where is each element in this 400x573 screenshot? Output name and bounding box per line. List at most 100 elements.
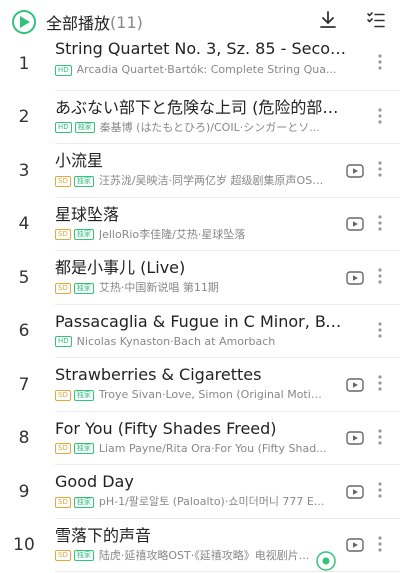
song-row[interactable]: 3 小流星 SD 独家 汪苏泷/吴映洁·同学两亿岁 超级剧集原声OST·《... (0, 144, 400, 198)
song-meta: SD 独家 汪苏泷/吴映洁·同学两亿岁 超级剧集原声OST·《... (55, 174, 328, 188)
mv-button[interactable] (344, 375, 366, 397)
sd-quality-badge: SD (55, 175, 71, 187)
song-title: 都是小事儿 (Live) (55, 258, 186, 277)
mv-icon (346, 163, 364, 182)
mv-button[interactable] (344, 161, 366, 183)
song-number: 8 (18, 428, 30, 449)
more-vertical-icon (378, 54, 382, 74)
recognize-icon (316, 551, 336, 573)
sd-quality-badge: SD (55, 496, 71, 508)
song-row[interactable]: 2 あぶない部下と危険な上司 (危险的部下... HD 独家 秦基博 (はたもとひろ)/… (0, 91, 400, 144)
song-number: 9 (18, 481, 30, 502)
play-icon (12, 10, 36, 34)
artist-album-text: Arcadia Quartet·Bartók: Complete String … (76, 63, 337, 76)
more-options-button[interactable] (372, 261, 388, 295)
song-meta: HD Nicolas Kynaston·Bach at Amorbach (55, 335, 350, 349)
song-number: 3 (18, 160, 30, 181)
artist-album-text: 秦基博 (はたもとひろ)/COIL·シンガーとソ... (99, 120, 320, 134)
song-meta: SD 独家 艾热·中国新说唱 第11期 (55, 281, 328, 295)
song-meta: SD 独家 陆虎·延禧攻略OST·《延禧攻略》电视剧片... (55, 549, 328, 563)
exclusive-badge: 独家 (73, 389, 94, 401)
song-number: 2 (18, 107, 30, 128)
download-icon (318, 10, 338, 34)
hd-quality-badge: HD (55, 64, 72, 76)
song-list: 1 String Quartet No. 3, Sz. 85 - Seconda … (0, 37, 400, 572)
song-row[interactable]: 1 String Quartet No. 3, Sz. 85 - Seconda … (0, 37, 400, 91)
song-meta: SD 独家 Liam Payne/Rita Ora·For You (Fifty S… (55, 442, 328, 456)
more-options-button[interactable] (372, 47, 388, 81)
artist-album-text: Troye Sivan·Love, Simon (Original Motion… (98, 388, 328, 401)
song-meta: HD 独家 秦基博 (はたもとひろ)/COIL·シンガーとソ... (55, 121, 350, 135)
song-number: 10 (13, 535, 35, 556)
more-options-button[interactable] (372, 208, 388, 242)
song-title: 小流星 (55, 151, 104, 170)
more-vertical-icon (378, 535, 382, 556)
song-row[interactable]: 7 Strawberries & Cigarettes SD 独家 Troye Siva… (0, 358, 400, 412)
exclusive-badge: 独家 (73, 229, 94, 240)
more-vertical-icon (378, 482, 382, 502)
more-options-button[interactable] (372, 475, 388, 509)
mv-icon (346, 377, 364, 396)
mv-button[interactable] (344, 536, 366, 558)
song-title: 雪落下的声音 (55, 525, 152, 545)
song-title: Strawberries & Cigarettes (55, 365, 262, 384)
artist-album-text: 汪苏泷/吴映洁·同学两亿岁 超级剧集原声OST·《... (98, 174, 328, 187)
more-vertical-icon (378, 107, 382, 128)
artist-album-text: 艾热·中国新说唱 第11期 (98, 281, 219, 294)
song-meta: HD Arcadia Quartet·Bartók: Complete Strin… (55, 63, 350, 77)
artist-album-text: pH-1/팔로알토 (Paloalto)·쇼미더머니 777 E... (98, 495, 325, 508)
more-options-button[interactable] (372, 368, 388, 402)
hd-quality-badge: HD (55, 336, 72, 347)
mv-icon (346, 216, 364, 235)
mv-button[interactable] (344, 215, 366, 237)
song-row[interactable]: 4 星球坠落 SD 独家 JelloRio李佳隆/艾热·星球坠落 (0, 198, 400, 251)
song-meta: SD 独家 JelloRio李佳隆/艾热·星球坠落 (55, 228, 328, 242)
sd-quality-badge: SD (55, 282, 71, 294)
row-divider (55, 571, 400, 572)
song-meta: SD 独家 Troye Sivan·Love, Simon (Original Mo… (55, 388, 328, 402)
more-options-button[interactable] (372, 315, 388, 349)
song-title: 星球坠落 (55, 204, 120, 224)
more-vertical-icon (378, 214, 382, 235)
more-options-button[interactable] (372, 154, 388, 188)
mv-icon (346, 430, 364, 449)
more-options-button[interactable] (372, 101, 388, 135)
more-options-button[interactable] (372, 529, 388, 563)
mv-button[interactable] (344, 268, 366, 290)
song-title: For You (Fifty Shades Freed) (55, 418, 277, 438)
sd-quality-badge: SD (55, 229, 71, 240)
song-title: あぶない部下と危険な上司 (危险的部下... (55, 97, 350, 117)
sd-quality-badge: SD (55, 443, 71, 454)
song-title: Good Day (55, 472, 134, 491)
song-number: 6 (18, 321, 30, 342)
mv-button[interactable] (344, 429, 366, 451)
artist-album-text: Liam Payne/Rita Ora·For You (Fifty Shad.… (98, 441, 327, 455)
exclusive-badge: 独家 (73, 496, 94, 508)
exclusive-badge: 独家 (73, 443, 94, 454)
more-options-button[interactable] (372, 422, 388, 456)
song-meta: SD 独家 pH-1/팔로알토 (Paloalto)·쇼미더머니 777 E... (55, 495, 328, 509)
song-number: 1 (18, 53, 30, 74)
artist-album-text: JelloRio李佳隆/艾热·星球坠落 (98, 227, 246, 241)
exclusive-badge: 独家 (73, 175, 94, 187)
song-row[interactable]: 9 Good Day SD 独家 pH-1/팔로알토 (Paloalto)·쇼미더머니 … (0, 465, 400, 519)
mv-button[interactable] (344, 482, 366, 504)
multi-select-icon (366, 10, 386, 34)
song-number: 4 (18, 214, 30, 235)
floating-recognize-button[interactable] (316, 551, 336, 573)
more-vertical-icon (378, 428, 382, 449)
song-row[interactable]: 6 Passacaglia & Fugue in C Minor, BWV 5..… (0, 305, 400, 358)
more-vertical-icon (378, 268, 382, 288)
exclusive-badge: 独家 (73, 550, 94, 561)
song-row[interactable]: 10 雪落下的声音 SD 独家 陆虎·延禧攻略OST·《延禧攻略》电视剧片... (0, 519, 400, 572)
artist-album-text: Nicolas Kynaston·Bach at Amorbach (76, 334, 276, 348)
hd-quality-badge: HD (55, 122, 72, 133)
song-number: 7 (18, 374, 30, 395)
exclusive-badge: 独家 (73, 282, 94, 294)
more-vertical-icon (378, 375, 382, 395)
song-title: Passacaglia & Fugue in C Minor, BWV 5... (55, 311, 350, 331)
song-row[interactable]: 8 For You (Fifty Shades Freed) SD 独家 Liam Pa… (0, 412, 400, 465)
song-row[interactable]: 5 都是小事儿 (Live) SD 独家 艾热·中国新说唱 第11期 (0, 251, 400, 305)
sd-quality-badge: SD (55, 550, 71, 561)
mv-icon (346, 484, 364, 503)
